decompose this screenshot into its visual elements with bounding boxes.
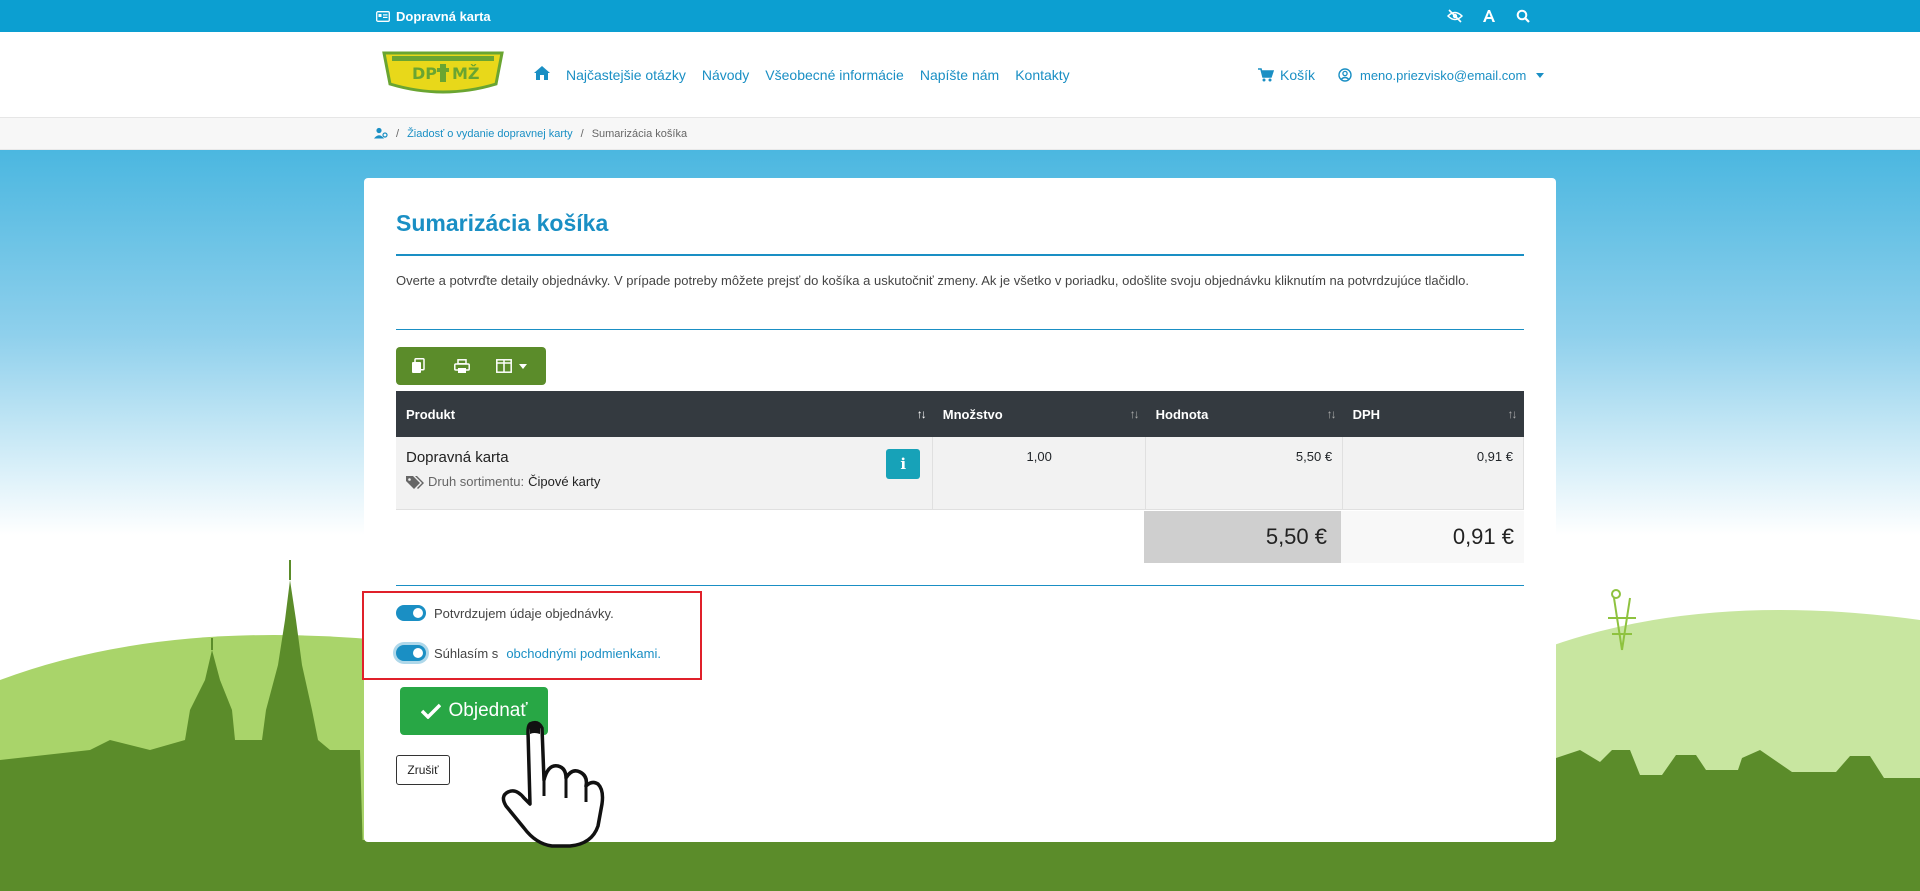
cancel-button[interactable]: Zrušiť: [396, 755, 450, 785]
attribute-value: Čipové karty: [528, 474, 601, 489]
column-header-product[interactable]: Produkt ↑↓: [396, 391, 933, 437]
copy-icon[interactable]: [396, 347, 440, 385]
cart-table: Produkt ↑↓ Množstvo ↑↓ Hodnota ↑↓ DPH ↑↓ Dop…: [396, 391, 1524, 510]
nav-item-faq[interactable]: Najčastejšie otázky: [566, 67, 686, 83]
site-header: DP MŽ Najčastejšie otázky Návody Všeobec…: [0, 32, 1920, 118]
breadcrumb-item-request[interactable]: Žiadosť o vydanie dopravnej karty: [407, 128, 573, 140]
divider: [396, 585, 1524, 586]
cart-icon: [1258, 68, 1274, 82]
cart-label: Košík: [1280, 67, 1316, 83]
tags-icon: [406, 475, 424, 489]
terms-toggle[interactable]: [396, 645, 426, 661]
divider: [396, 329, 1524, 330]
total-value: 5,50 €: [1144, 511, 1341, 563]
confirm-toggle[interactable]: [396, 605, 426, 621]
sort-icon: ↑↓: [1129, 407, 1140, 421]
chevron-down-icon: [518, 363, 527, 369]
sort-icon: ↑↓: [1326, 407, 1337, 421]
user-settings-icon[interactable]: [374, 127, 388, 142]
cart-link[interactable]: Košík: [1258, 32, 1315, 118]
vat-cell: 0,91 €: [1342, 437, 1524, 510]
search-icon[interactable]: [1514, 7, 1532, 25]
info-icon: i: [900, 455, 907, 473]
breadcrumb-separator: /: [396, 128, 400, 140]
dpmz-logo[interactable]: DP MŽ: [382, 50, 504, 96]
table-toolbar: [396, 347, 546, 385]
nav-item-contacts[interactable]: Kontakty: [1015, 67, 1069, 83]
nav-item-guides[interactable]: Návody: [702, 67, 749, 83]
columns-icon[interactable]: [484, 347, 538, 385]
brand-link[interactable]: Dopravná karta: [376, 0, 491, 32]
print-icon[interactable]: [440, 347, 484, 385]
pointer-hand-icon: [501, 720, 605, 848]
home-icon[interactable]: [534, 65, 550, 85]
attribute-label: Druh sortimentu:: [428, 474, 525, 489]
accessibility-tools: [1446, 0, 1532, 32]
id-card-icon: [376, 10, 390, 22]
product-attribute: Druh sortimentu: Čipové karty: [406, 474, 922, 489]
sort-icon: ↑↓: [1507, 407, 1518, 421]
nav-item-info[interactable]: Všeobecné informácie: [765, 67, 904, 83]
page-title: Sumarizácia košíka: [396, 210, 609, 236]
confirm-label: Potvrdzujem údaje objednávky.: [434, 605, 614, 621]
breadcrumb-separator: /: [580, 128, 584, 140]
quantity-cell: 1,00: [932, 437, 1147, 510]
svg-text:DP: DP: [412, 64, 437, 83]
terms-prefix: Súhlasím s: [434, 645, 499, 661]
font-size-icon[interactable]: [1480, 7, 1498, 25]
divider: [396, 254, 1524, 256]
check-icon: [420, 703, 441, 719]
nav-item-write-us[interactable]: Napíšte nám: [920, 67, 999, 83]
chevron-down-icon: [1536, 72, 1545, 78]
user-circle-icon: [1338, 68, 1352, 82]
column-header-value[interactable]: Hodnota ↑↓: [1145, 391, 1343, 437]
eye-slash-icon[interactable]: [1446, 7, 1464, 25]
product-name: Dopravná karta: [406, 449, 509, 466]
top-bar: Dopravná karta: [0, 0, 1920, 32]
svg-text:MŽ: MŽ: [452, 64, 480, 83]
info-button[interactable]: i: [886, 449, 921, 479]
user-email: meno.priezvisko@email.com: [1360, 67, 1527, 83]
order-button-label: Objednať: [448, 700, 528, 721]
breadcrumb: / Žiadosť o vydanie dopravnej karty / Su…: [0, 118, 1920, 150]
confirm-toggle-row: Potvrdzujem údaje objednávky.: [396, 605, 614, 621]
page-description: Overte a potvrďte detaily objednávky. V …: [396, 273, 1469, 288]
brand-label: Dopravná karta: [396, 8, 491, 24]
table-row: Dopravná karta Druh sortimentu: Čipové k…: [396, 437, 1524, 510]
terms-toggle-row: Súhlasím s obchodnými podmienkami.: [396, 645, 661, 661]
column-header-vat[interactable]: DPH ↑↓: [1342, 391, 1524, 437]
product-cell: Dopravná karta Druh sortimentu: Čipové k…: [396, 437, 934, 510]
column-header-quantity[interactable]: Množstvo ↑↓: [932, 391, 1146, 437]
main-nav: Najčastejšie otázky Návody Všeobecné inf…: [534, 32, 1070, 118]
sort-icon: ↑↓: [916, 407, 927, 421]
value-cell: 5,50 €: [1145, 437, 1344, 510]
breadcrumb-item-current: Sumarizácia košíka: [591, 128, 688, 140]
total-vat: 0,91 €: [1341, 511, 1524, 563]
terms-link[interactable]: obchodnými podmienkami.: [506, 646, 661, 661]
user-menu[interactable]: meno.priezvisko@email.com: [1338, 32, 1545, 118]
